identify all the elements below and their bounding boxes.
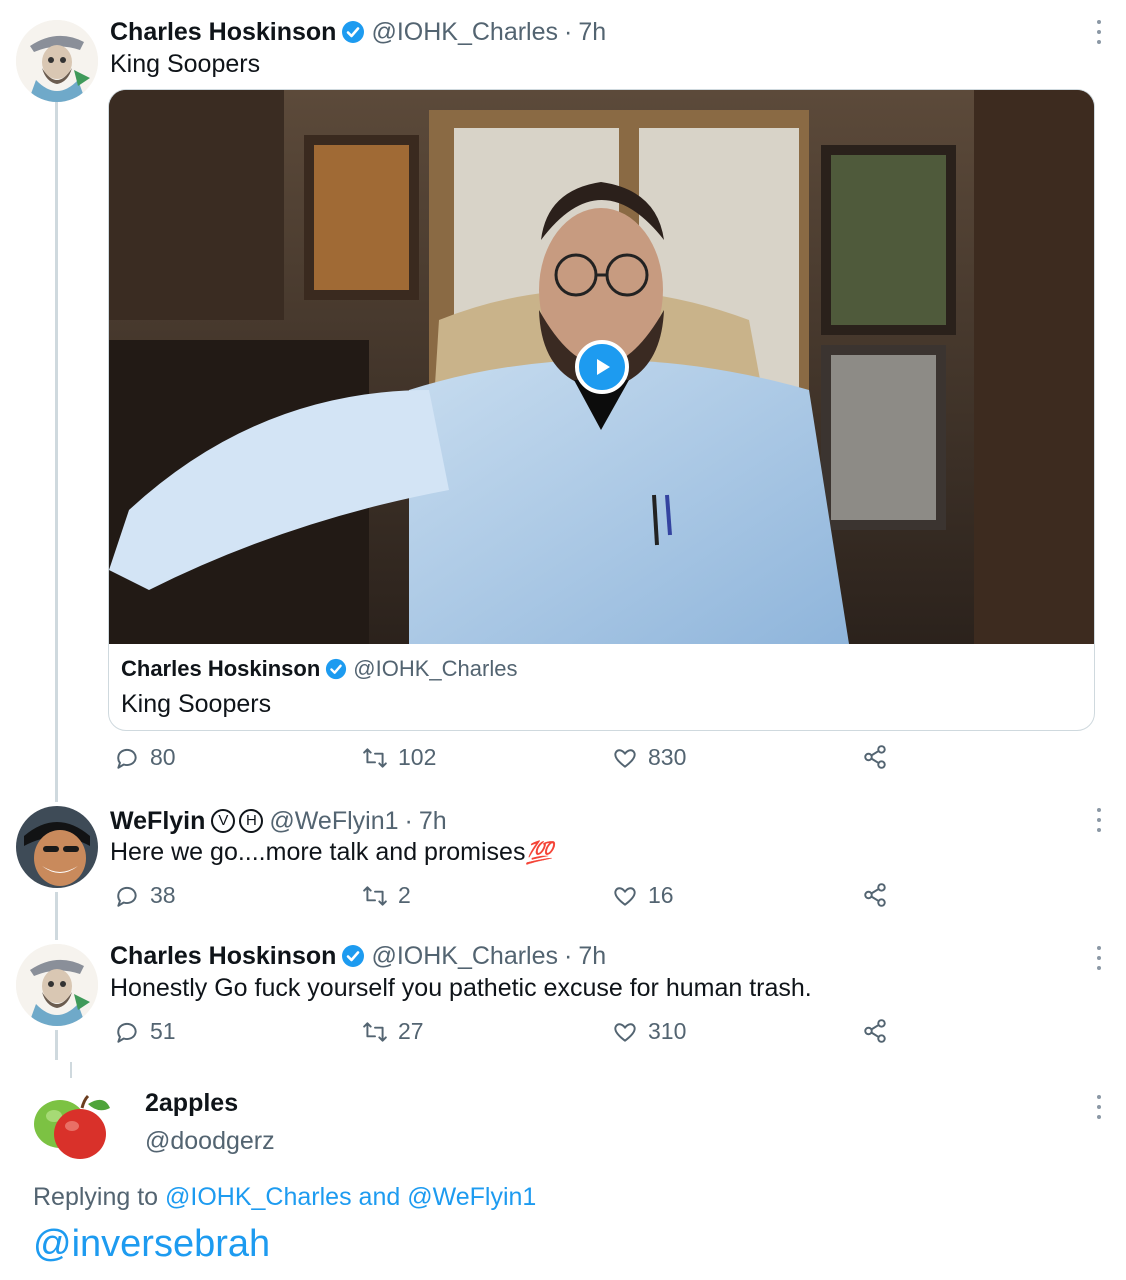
share-button[interactable]	[862, 1018, 898, 1044]
like-count: 16	[648, 882, 674, 908]
more-options-icon[interactable]	[1094, 20, 1104, 44]
display-name[interactable]: Charles Hoskinson	[110, 18, 336, 47]
tweet-header: Charles Hoskinson @IOHK_Charles · 7h	[110, 14, 606, 50]
reply-count: 38	[150, 882, 176, 908]
focused-reply[interactable]: 2apples @doodgerz Replying to @IOHK_Char…	[0, 1085, 1126, 1280]
tweet-text: King Soopers	[110, 50, 261, 78]
reply-icon	[117, 748, 137, 769]
verified-badge-icon	[326, 658, 347, 680]
share-button[interactable]	[862, 882, 898, 908]
like-count: 310	[648, 1018, 687, 1044]
retweet-icon	[363, 885, 387, 906]
circled-v-badge: V	[211, 809, 236, 833]
reply-button[interactable]: 51	[114, 1018, 176, 1045]
reply-button[interactable]: 38	[114, 882, 176, 909]
retweet-icon	[363, 1021, 387, 1042]
separator-dot: ·	[564, 17, 573, 46]
apple-icon	[34, 1094, 110, 1159]
timestamp[interactable]: 7h	[578, 18, 606, 47]
reply-text-mention[interactable]: @inversebrah	[33, 1223, 270, 1266]
quoted-user-handle: @IOHK_Charles	[353, 656, 518, 681]
timestamp[interactable]: 7h	[578, 942, 606, 971]
apple-avatar[interactable]	[30, 1090, 114, 1162]
tweet-actions: 51 27 310	[110, 1018, 900, 1050]
more-options-icon[interactable]	[1094, 1095, 1104, 1119]
avatar[interactable]	[16, 944, 98, 1026]
timestamp[interactable]: 7h	[419, 807, 447, 836]
tweet-header: Charles Hoskinson @IOHK_Charles · 7h	[110, 938, 606, 974]
like-button[interactable]: 16	[612, 882, 674, 909]
avatar-illustration	[16, 20, 98, 102]
verified-badge-icon	[342, 945, 365, 967]
like-button[interactable]: 310	[612, 1018, 686, 1045]
more-options-icon[interactable]	[1094, 946, 1104, 970]
tweet-actions: 38 2 16	[110, 882, 900, 914]
play-button-icon[interactable]	[575, 340, 629, 394]
video-thumbnail[interactable]	[109, 90, 1094, 644]
retweet-count: 2	[398, 882, 411, 908]
quoted-tweet-text: King Soopers	[121, 690, 272, 718]
user-handle[interactable]: @WeFlyin1	[269, 807, 398, 836]
hundred-points-emoji: 💯	[525, 840, 553, 865]
share-icon	[864, 745, 886, 769]
media-card[interactable]: Charles Hoskinson @IOHK_Charles King Soo…	[108, 89, 1095, 731]
user-handle[interactable]: @IOHK_Charles	[371, 942, 558, 971]
separator-dot: ·	[404, 806, 413, 835]
reply-user-handle[interactable]: @doodgerz	[145, 1127, 275, 1156]
replying-and-label: and	[358, 1183, 401, 1211]
share-icon	[864, 883, 886, 907]
tweet[interactable]: Charles Hoskinson @IOHK_Charles · 7h Kin…	[0, 0, 1126, 790]
retweet-count: 27	[398, 1018, 424, 1044]
retweet-icon	[363, 747, 387, 768]
circled-h-badge: H	[239, 809, 264, 833]
reply-button[interactable]: 80	[114, 744, 176, 771]
tweet[interactable]: Charles Hoskinson @IOHK_Charles · 7h Hon…	[0, 938, 1126, 1058]
avatar-photo	[16, 806, 98, 888]
reply-count: 80	[150, 744, 176, 770]
avatar[interactable]	[16, 20, 98, 102]
reply-icon	[117, 886, 137, 907]
heart-icon	[614, 1022, 636, 1042]
quoted-tweet-header: Charles Hoskinson @IOHK_Charles	[121, 656, 517, 682]
replying-to-label: Replying to	[33, 1183, 159, 1211]
replying-to-user-link[interactable]: @WeFlyin1	[407, 1183, 536, 1211]
user-handle[interactable]: @IOHK_Charles	[371, 18, 558, 47]
tweet-header: WeFlyin V H @WeFlyin1 · 7h	[110, 803, 447, 839]
verified-badge-icon	[342, 21, 365, 43]
avatar-illustration	[16, 944, 98, 1026]
avatar[interactable]	[16, 806, 98, 888]
share-button[interactable]	[862, 744, 898, 770]
heart-icon	[614, 886, 636, 906]
more-options-icon[interactable]	[1094, 808, 1104, 832]
share-icon	[864, 1019, 886, 1043]
quoted-tweet[interactable]: Charles Hoskinson @IOHK_Charles King Soo…	[121, 656, 517, 719]
display-name[interactable]: Charles Hoskinson	[110, 942, 336, 971]
reply-display-name[interactable]: 2apples	[145, 1089, 238, 1118]
quoted-display-name: Charles Hoskinson	[121, 656, 321, 681]
reply-icon	[117, 1022, 137, 1043]
retweet-button[interactable]: 102	[362, 744, 436, 771]
like-count: 830	[648, 744, 687, 770]
reply-count: 51	[150, 1018, 176, 1044]
replying-to-user-link[interactable]: @IOHK_Charles	[165, 1183, 352, 1211]
tweet-actions: 80 102 830	[110, 744, 900, 776]
like-button[interactable]: 830	[612, 744, 686, 771]
retweet-button[interactable]: 2	[362, 882, 411, 909]
tweet-text-body: Here we go....more talk and promises	[110, 838, 526, 866]
tweet-text: Honestly Go fuck yourself you pathetic e…	[110, 974, 812, 1002]
tweet-text: Here we go....more talk and promises💯	[110, 838, 553, 867]
heart-icon	[614, 748, 636, 768]
replying-to-line: Replying to @IOHK_Charles and @WeFlyin1	[33, 1183, 536, 1212]
display-name[interactable]: WeFlyin	[110, 807, 205, 836]
retweet-button[interactable]: 27	[362, 1018, 424, 1045]
retweet-count: 102	[398, 744, 437, 770]
separator-dot: ·	[564, 941, 573, 970]
tweet[interactable]: WeFlyin V H @WeFlyin1 · 7h Here we go...…	[0, 800, 1126, 930]
thread-line	[70, 1062, 72, 1078]
